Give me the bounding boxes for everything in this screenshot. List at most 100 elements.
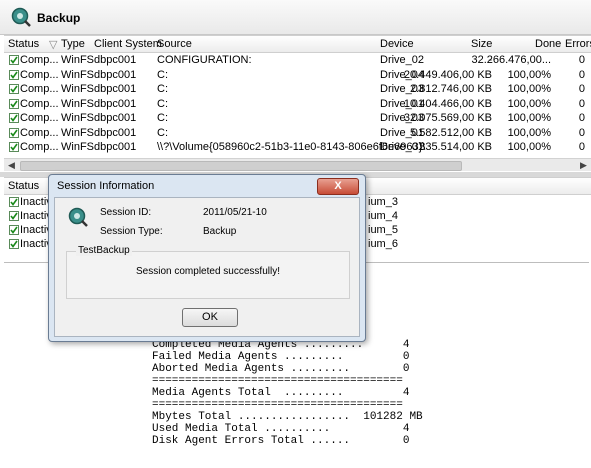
cell-errors: 0 xyxy=(578,141,585,153)
table-row[interactable]: Comp... WinFS dbpc001 CONFIGURATION: Drive_0… xyxy=(4,53,591,67)
completed-check-icon xyxy=(9,69,19,80)
col-size[interactable]: Size xyxy=(471,38,492,50)
cell-type: WinFS xyxy=(61,83,94,95)
cell-done: 100,00% xyxy=(507,112,551,124)
device-status-icon xyxy=(9,225,19,235)
cell-client: dbpc001 xyxy=(94,54,137,66)
cell-client: dbpc001 xyxy=(94,97,137,110)
table-row[interactable]: Comp... WinFS dbpc001 C: Drive_01 5.582.512,0… xyxy=(4,126,591,140)
completed-check-icon xyxy=(9,55,19,65)
cell-device: Drive_02 xyxy=(380,54,425,66)
cell-errors: 0 xyxy=(578,54,585,66)
session-type-value: Backup xyxy=(203,226,237,237)
cell-size: 5.582.512,00 KB xyxy=(410,126,492,139)
log-line: Mbytes Total ................. 101282 MB xyxy=(152,411,423,423)
cell-done: 100,00% xyxy=(507,126,551,139)
table-row[interactable]: Comp... WinFS dbpc001 C: Drive_01 10.404.466,… xyxy=(4,97,591,111)
cell-status: Comp... xyxy=(20,112,59,124)
cell-done: 100,00% xyxy=(507,68,551,81)
session-type-label: Session Type: xyxy=(100,226,163,237)
cell-device: Drive_01 xyxy=(380,141,425,153)
cell-size: 32.075.569,00 KB xyxy=(403,112,492,124)
cell-type: WinFS xyxy=(61,97,94,110)
cell-size: 2.812.746,00 KB xyxy=(410,83,492,95)
completed-check-icon xyxy=(9,142,19,152)
col-type[interactable]: Type xyxy=(61,38,85,50)
col-done[interactable]: Done xyxy=(535,38,561,50)
completed-check-icon xyxy=(9,98,19,109)
session-id-label: Session ID: xyxy=(100,207,152,218)
table-row[interactable]: Comp... WinFS dbpc001 C: Drive_03 32.075.569,… xyxy=(4,111,591,125)
col-status-bottom[interactable]: Status xyxy=(8,180,39,192)
col-client-system[interactable]: Client System xyxy=(94,38,162,50)
cell-done: 32.266.476,00... xyxy=(471,54,551,66)
cell-source: CONFIGURATION: xyxy=(157,54,252,66)
cell-medium: ium_5 xyxy=(368,224,398,236)
cell-type: WinFS xyxy=(61,112,94,124)
dialog-body: Session ID: 2011/05/21-10 Session Type: … xyxy=(54,197,360,337)
cell-done: 100,00% xyxy=(507,97,551,110)
table-row[interactable]: Comp... WinFS dbpc001 \\?\Volume{058960c2-5… xyxy=(4,140,591,154)
cell-errors: 0 xyxy=(578,68,585,81)
cell-size: 335.514,00 KB xyxy=(419,141,492,153)
cell-source: C: xyxy=(157,97,168,110)
dialog-title: Session Information xyxy=(57,180,155,192)
col-errors[interactable]: Errors xyxy=(565,38,591,50)
cell-status: Comp... xyxy=(20,68,59,81)
col-device[interactable]: Device xyxy=(380,38,414,50)
session-id-value: 2011/05/21-10 xyxy=(203,207,267,218)
cell-type: WinFS xyxy=(61,68,94,81)
cell-status: Comp... xyxy=(20,97,59,110)
app-title: Backup xyxy=(37,11,81,25)
cell-status: Comp... xyxy=(20,54,59,66)
cell-size: 10.404.466,00 KB xyxy=(403,97,492,110)
table-row[interactable]: Comp... WinFS dbpc001 C: Drive_04 20.449.406,… xyxy=(4,68,591,82)
cell-client: dbpc001 xyxy=(94,126,137,139)
cell-medium: ium_6 xyxy=(368,238,398,250)
device-status-icon xyxy=(9,197,19,207)
app-titlebar: Backup xyxy=(0,0,591,35)
cell-medium: ium_3 xyxy=(368,196,398,208)
cell-client: dbpc001 xyxy=(94,112,137,124)
device-status-icon xyxy=(9,239,19,249)
dialog-close-button[interactable]: X xyxy=(317,178,359,195)
session-message: Session completed successfully! xyxy=(136,266,280,277)
cell-type: WinFS xyxy=(61,141,94,153)
horizontal-scrollbar[interactable]: ◀ ▶ xyxy=(4,158,591,171)
cell-errors: 0 xyxy=(578,83,585,95)
cell-done: 100,00% xyxy=(507,141,551,153)
device-status-icon xyxy=(9,211,19,221)
group-title: TestBackup xyxy=(76,245,132,256)
log-line: Aborted Media Agents ......... 0 xyxy=(152,363,410,375)
ok-button[interactable]: OK xyxy=(182,308,238,327)
col-source[interactable]: Source xyxy=(157,38,192,50)
session-information-dialog: Session Information X Session ID: 2011/0… xyxy=(48,174,366,342)
session-icon xyxy=(68,207,88,227)
cell-medium: ium_4 xyxy=(368,210,398,222)
cell-type: WinFS xyxy=(61,54,94,66)
cell-errors: 0 xyxy=(578,126,585,139)
sort-icon[interactable]: ▽ xyxy=(49,38,57,51)
cell-errors: 0 xyxy=(578,112,585,124)
scroll-right-icon[interactable]: ▶ xyxy=(580,160,587,171)
log-line: Disk Agent Errors Total ...... 0 xyxy=(152,435,410,447)
cell-status: Comp... xyxy=(20,141,59,153)
cell-client: dbpc001 xyxy=(94,141,137,153)
cell-status: Comp... xyxy=(20,83,59,95)
log-line: ====================================== xyxy=(152,399,403,411)
cell-size: 20.449.406,00 KB xyxy=(403,68,492,81)
table-row[interactable]: Comp... WinFS dbpc001 C: Drive_03 2.812.746,0… xyxy=(4,82,591,96)
cell-done: 100,00% xyxy=(507,83,551,95)
cell-errors: 0 xyxy=(578,97,585,110)
cell-type: WinFS xyxy=(61,126,94,139)
log-line: Failed Media Agents ......... 0 xyxy=(152,351,410,363)
completed-check-icon xyxy=(9,113,19,123)
cell-client: dbpc001 xyxy=(94,68,137,81)
objects-table-header: Status ▽ Type Client System Source Devic… xyxy=(4,35,591,53)
scroll-left-icon[interactable]: ◀ xyxy=(8,160,15,171)
cell-client: dbpc001 xyxy=(94,83,137,95)
scroll-thumb[interactable] xyxy=(20,161,462,171)
cell-source: C: xyxy=(157,68,168,81)
col-status[interactable]: Status xyxy=(8,38,39,50)
completed-check-icon xyxy=(9,84,19,94)
